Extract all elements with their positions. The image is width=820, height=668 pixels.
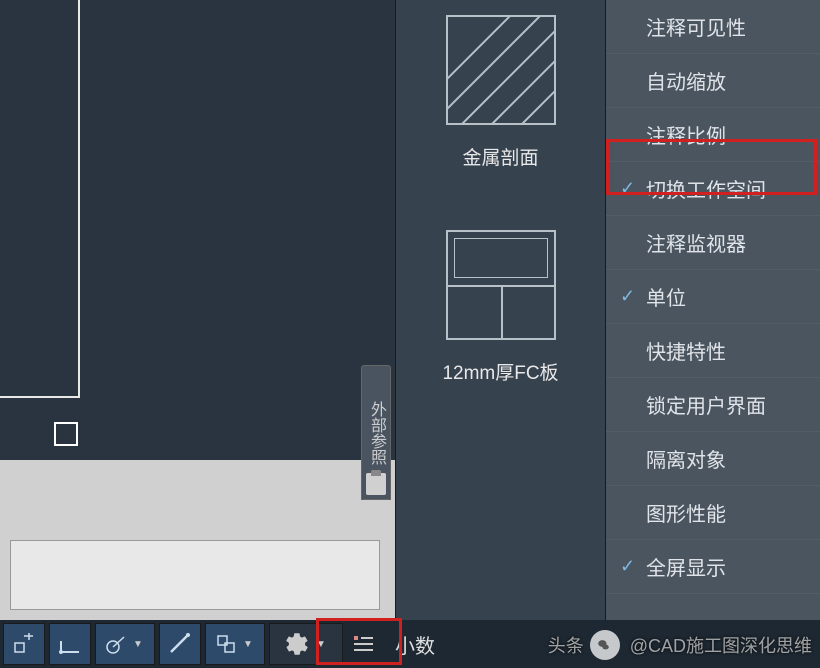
units-display[interactable]: 小数 bbox=[383, 630, 447, 659]
hatch-pattern-metal[interactable]: 金属剖面 bbox=[396, 15, 605, 170]
hatch-pattern-label: 12mm厚FC板 bbox=[442, 358, 558, 385]
menu-annotation-monitor[interactable]: 注释监视器 bbox=[606, 216, 820, 270]
menu-isolate-objects[interactable]: 隔离对象 bbox=[606, 432, 820, 486]
menu-lock-ui[interactable]: 锁定用户界面 bbox=[606, 378, 820, 432]
statusbar-customize-menu: 注释可见性 自动缩放 注释比例 切换工作空间 注释监视器 单位 快捷特性 锁定用… bbox=[605, 0, 820, 620]
wechat-icon bbox=[590, 630, 620, 660]
watermark: 头条 @CAD施工图深化思维 bbox=[548, 630, 812, 660]
customize-button[interactable]: ▼ bbox=[269, 623, 343, 665]
command-input-area[interactable] bbox=[10, 540, 380, 610]
hatch-preview-icon bbox=[446, 15, 556, 125]
menu-fullscreen[interactable]: 全屏显示 bbox=[606, 540, 820, 594]
scale-list-button[interactable] bbox=[347, 623, 381, 665]
menu-quick-properties[interactable]: 快捷特性 bbox=[606, 324, 820, 378]
dynamic-input-button[interactable] bbox=[159, 623, 201, 665]
fc-preview-icon bbox=[446, 230, 556, 340]
menu-annotation-visibility[interactable]: 注释可见性 bbox=[606, 0, 820, 54]
drawing-line bbox=[0, 0, 80, 398]
model-space-button[interactable] bbox=[3, 623, 45, 665]
menu-units[interactable]: 单位 bbox=[606, 270, 820, 324]
hatch-pattern-label: 金属剖面 bbox=[462, 143, 538, 170]
dropdown-icon: ▼ bbox=[131, 639, 145, 650]
dropdown-icon: ▼ bbox=[314, 639, 328, 650]
polar-tracking-button[interactable]: ▼ bbox=[95, 623, 155, 665]
drawing-canvas[interactable]: 外部参照 bbox=[0, 0, 400, 520]
menu-graphics-performance[interactable]: 图形性能 bbox=[606, 486, 820, 540]
grip-handle[interactable] bbox=[54, 422, 78, 446]
dropdown-icon: ▼ bbox=[241, 639, 255, 650]
grid-button[interactable] bbox=[49, 623, 91, 665]
menu-annotation-scale[interactable]: 注释比例 bbox=[606, 108, 820, 162]
hatch-palette: 金属剖面 12mm厚FC板 bbox=[395, 0, 605, 620]
xref-tab-label: 外部参照 bbox=[364, 401, 388, 465]
hatch-pattern-fc[interactable]: 12mm厚FC板 bbox=[396, 230, 605, 385]
osnap-button[interactable]: ▼ bbox=[205, 623, 265, 665]
list-icon bbox=[352, 632, 376, 656]
gear-icon bbox=[284, 631, 310, 657]
menu-auto-scale[interactable]: 自动缩放 bbox=[606, 54, 820, 108]
clipboard-icon bbox=[366, 473, 386, 495]
command-panel[interactable] bbox=[0, 460, 395, 620]
menu-switch-workspace[interactable]: 切换工作空间 bbox=[606, 162, 820, 216]
xref-palette-tab[interactable]: 外部参照 bbox=[361, 365, 391, 500]
